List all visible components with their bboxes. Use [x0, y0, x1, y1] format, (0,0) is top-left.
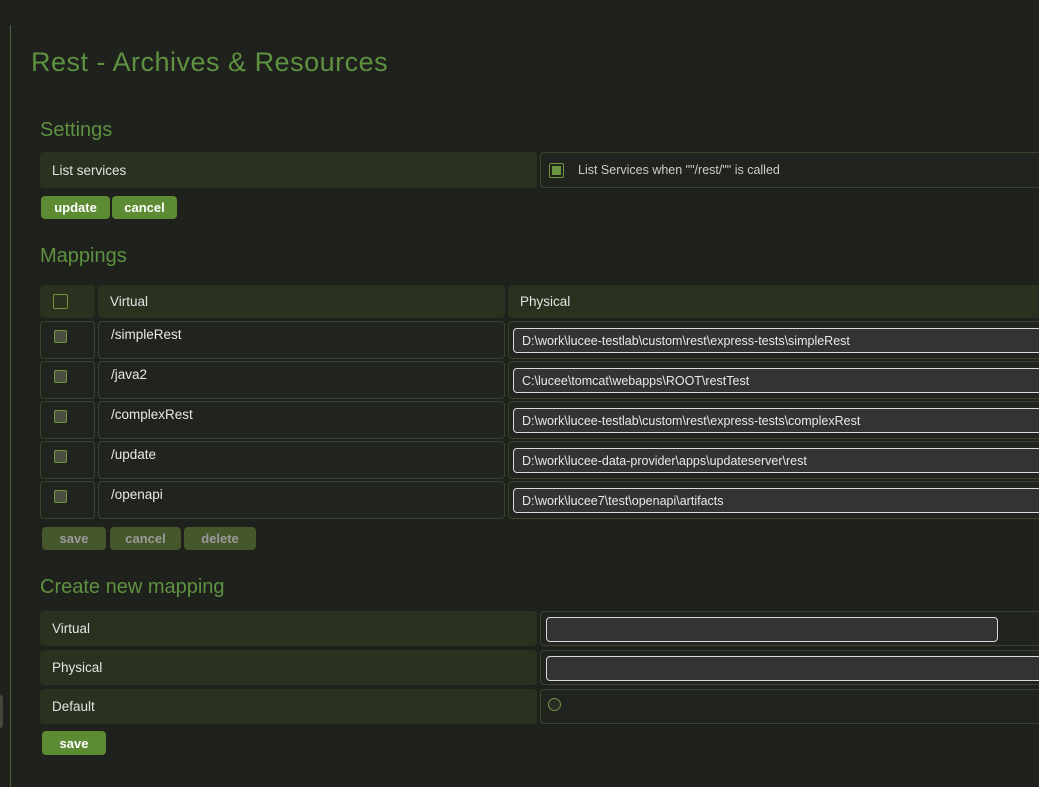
table-row-virtual-cell: /java2: [98, 361, 505, 399]
left-edge-artifact: [0, 695, 3, 728]
create-physical-label: Physical: [52, 660, 102, 675]
mappings-save-button[interactable]: save: [42, 527, 106, 550]
physical-path-input[interactable]: [513, 448, 1039, 473]
virtual-column-header: Virtual: [110, 294, 148, 309]
list-services-checkbox-label: List Services when ""/rest/"" is called: [578, 163, 780, 177]
create-virtual-label: Virtual: [52, 621, 90, 636]
create-physical-label-cell: Physical: [40, 650, 537, 685]
create-physical-input[interactable]: [546, 656, 1039, 681]
table-row-physical-cell: [508, 401, 1039, 439]
table-row-virtual-cell: /openapi: [98, 481, 505, 519]
mappings-delete-button[interactable]: delete: [184, 527, 256, 550]
settings-cancel-button[interactable]: cancel: [112, 196, 177, 219]
table-row-select-cell: [40, 441, 95, 479]
create-save-button[interactable]: save: [42, 731, 106, 755]
left-border-line: [10, 25, 11, 787]
create-default-value-cell: [540, 689, 1039, 724]
virtual-value: /java2: [111, 367, 147, 382]
virtual-value: /openapi: [111, 487, 163, 502]
row-checkbox[interactable]: [54, 450, 67, 463]
create-default-label-cell: Default: [40, 689, 537, 724]
header-virtual-cell: Virtual: [98, 285, 505, 318]
list-services-label: List services: [52, 163, 126, 178]
virtual-value: /complexRest: [111, 407, 193, 422]
table-row-select-cell: [40, 481, 95, 519]
select-all-checkbox[interactable]: [53, 294, 68, 309]
physical-path-input[interactable]: [513, 488, 1039, 513]
physical-path-input[interactable]: [513, 368, 1039, 393]
table-row-select-cell: [40, 361, 95, 399]
page-title: Rest - Archives & Resources: [31, 47, 388, 78]
mappings-heading: Mappings: [40, 245, 127, 268]
create-physical-value-cell: [540, 650, 1039, 685]
table-row-select-cell: [40, 401, 95, 439]
create-virtual-label-cell: Virtual: [40, 611, 537, 646]
row-checkbox[interactable]: [54, 330, 67, 343]
virtual-value: /update: [111, 447, 156, 462]
list-services-value-cell: List Services when ""/rest/"" is called: [540, 152, 1039, 188]
physical-column-header: Physical: [520, 294, 570, 309]
virtual-value: /simpleRest: [111, 327, 182, 342]
table-row-virtual-cell: /simpleRest: [98, 321, 505, 359]
table-row-select-cell: [40, 321, 95, 359]
table-row-physical-cell: [508, 321, 1039, 359]
physical-path-input[interactable]: [513, 408, 1039, 433]
table-row-physical-cell: [508, 361, 1039, 399]
header-select-cell: [40, 285, 95, 318]
create-default-radio[interactable]: [548, 698, 561, 711]
list-services-checkbox[interactable]: [549, 163, 564, 178]
table-row-physical-cell: [508, 481, 1039, 519]
row-checkbox[interactable]: [54, 410, 67, 423]
create-default-label: Default: [52, 699, 95, 714]
settings-heading: Settings: [40, 119, 112, 142]
create-virtual-input[interactable]: [546, 617, 998, 642]
create-mapping-heading: Create new mapping: [40, 576, 225, 599]
header-physical-cell: Physical: [508, 285, 1039, 318]
table-row-virtual-cell: /update: [98, 441, 505, 479]
table-row-virtual-cell: /complexRest: [98, 401, 505, 439]
row-checkbox[interactable]: [54, 370, 67, 383]
row-checkbox[interactable]: [54, 490, 67, 503]
physical-path-input[interactable]: [513, 328, 1039, 353]
create-virtual-value-cell: [540, 611, 1039, 646]
mappings-cancel-button[interactable]: cancel: [110, 527, 181, 550]
table-row-physical-cell: [508, 441, 1039, 479]
list-services-label-cell: List services: [40, 152, 537, 188]
update-button[interactable]: update: [41, 196, 110, 219]
